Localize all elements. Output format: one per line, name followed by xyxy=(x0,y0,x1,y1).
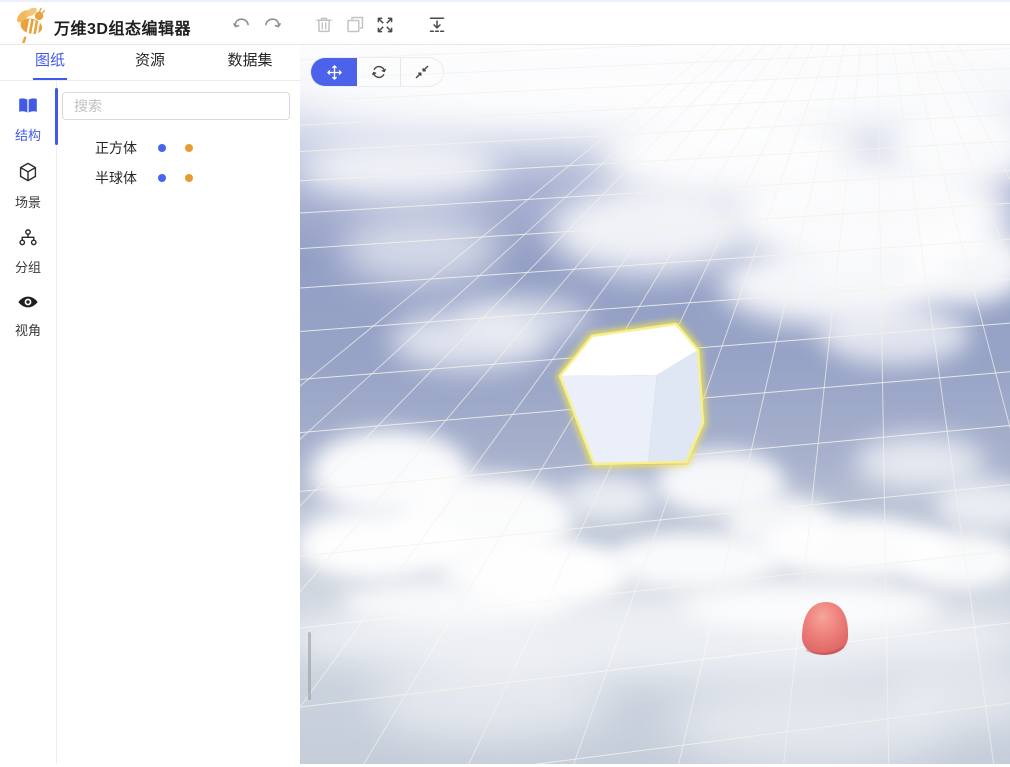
orange-status-dot xyxy=(185,174,193,182)
cube-outline-icon xyxy=(17,161,39,188)
orange-status-dot xyxy=(185,144,193,152)
collapse-icon xyxy=(414,64,430,80)
tab-bar: 图纸 资源 数据集 xyxy=(0,45,300,81)
icon-rail: 结构 场景 xyxy=(0,81,57,764)
brand: 万维3D组态编辑器 xyxy=(12,5,191,48)
rotate-tool-button[interactable] xyxy=(357,58,400,86)
trash-icon xyxy=(313,14,335,36)
undo-button[interactable] xyxy=(230,13,254,37)
redo-button[interactable] xyxy=(260,13,284,37)
active-rail-indicator xyxy=(55,88,58,145)
redo-icon xyxy=(261,14,283,36)
rail-item-structure[interactable]: 结构 xyxy=(0,96,56,144)
collapse-tool-button[interactable] xyxy=(400,58,443,86)
group-tree-icon xyxy=(17,228,39,253)
viewport-scrollbar[interactable] xyxy=(308,632,311,700)
eye-icon xyxy=(16,293,40,316)
copy-icon xyxy=(344,14,366,36)
tree-row-cube[interactable]: 正方体 xyxy=(62,133,292,163)
tab-resources-label: 资源 xyxy=(133,43,167,80)
app-window: 万维3D组态编辑器 xyxy=(0,0,1010,767)
tree-row-hemisphere[interactable]: 半球体 xyxy=(62,163,292,193)
book-icon xyxy=(17,96,39,121)
export-icon xyxy=(426,14,448,36)
rotate-icon xyxy=(370,63,388,81)
viewport-toolbar xyxy=(310,57,444,87)
tab-drawing-label: 图纸 xyxy=(33,43,67,80)
rail-item-structure-label: 结构 xyxy=(15,125,41,144)
tab-dataset-label: 数据集 xyxy=(225,43,274,80)
rail-item-scene[interactable]: 场景 xyxy=(0,161,56,211)
viewport-canvas[interactable] xyxy=(300,45,1010,764)
rail-item-group-label: 分组 xyxy=(15,257,41,276)
copy-button[interactable] xyxy=(343,13,367,37)
object-tree: 正方体 半球体 xyxy=(62,133,292,193)
fullscreen-icon xyxy=(374,14,396,36)
tab-resources[interactable]: 资源 xyxy=(100,45,200,80)
rail-item-view[interactable]: 视角 xyxy=(0,293,56,339)
move-icon xyxy=(326,64,343,81)
app-logo-bee-icon xyxy=(12,5,52,48)
tree-row-cube-label: 正方体 xyxy=(95,138,137,158)
topbar: 万维3D组态编辑器 xyxy=(0,0,1010,45)
app-title: 万维3D组态编辑器 xyxy=(54,15,191,39)
structure-panel: 正方体 半球体 xyxy=(57,81,300,764)
search-input[interactable] xyxy=(62,92,290,120)
hemisphere-object[interactable] xyxy=(802,602,848,655)
left-sidebar: 图纸 资源 数据集 xyxy=(0,45,300,764)
rail-item-group[interactable]: 分组 xyxy=(0,228,56,276)
tree-row-hemisphere-label: 半球体 xyxy=(95,168,137,188)
cube-object[interactable] xyxy=(560,324,703,464)
fullscreen-button[interactable] xyxy=(373,13,397,37)
export-button[interactable] xyxy=(425,13,449,37)
delete-button[interactable] xyxy=(312,13,336,37)
move-tool-button[interactable] xyxy=(311,58,357,86)
undo-icon xyxy=(231,14,253,36)
tab-dataset[interactable]: 数据集 xyxy=(200,45,300,80)
blue-status-dot xyxy=(158,174,166,182)
blue-status-dot xyxy=(158,144,166,152)
rail-item-scene-label: 场景 xyxy=(15,192,41,211)
scene-objects xyxy=(300,45,1010,764)
tab-drawing[interactable]: 图纸 xyxy=(0,45,100,80)
rail-item-view-label: 视角 xyxy=(15,320,41,339)
